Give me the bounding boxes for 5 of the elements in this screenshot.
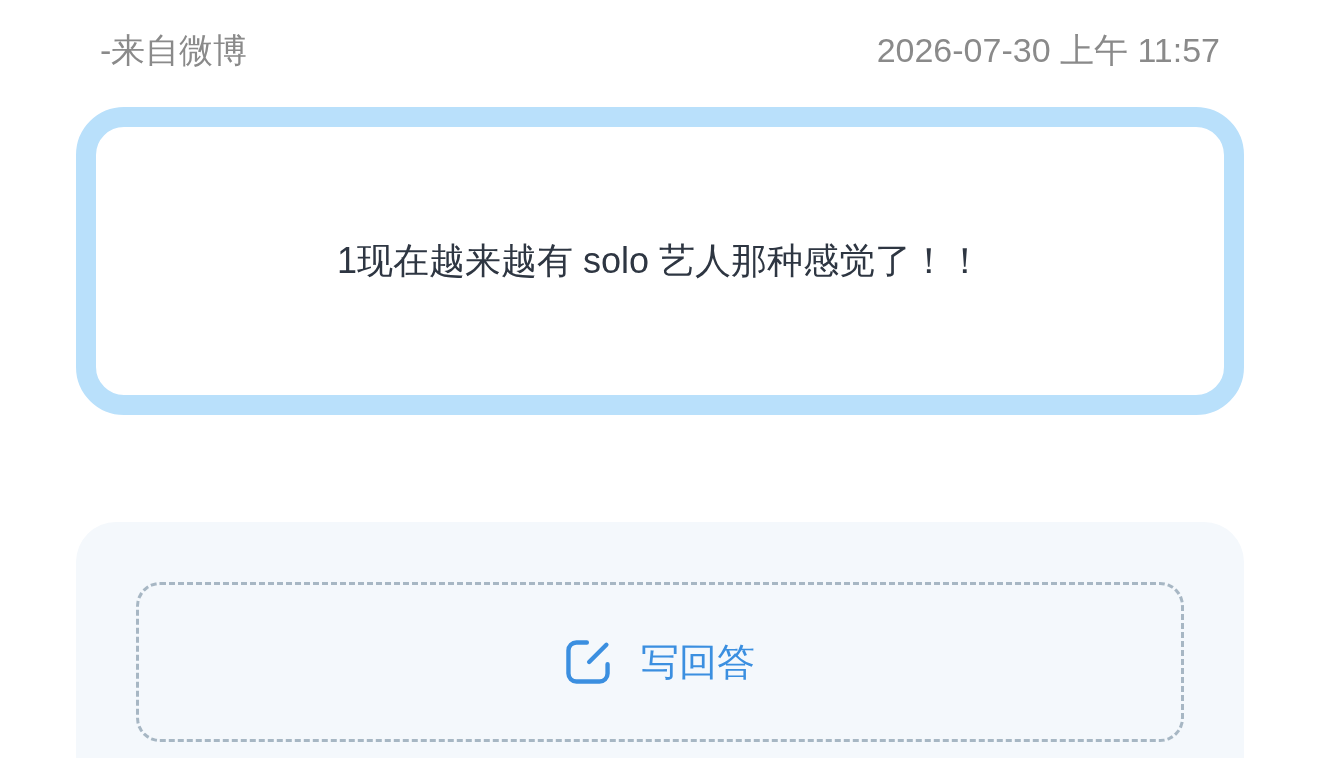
- edit-icon: [565, 639, 611, 685]
- write-answer-button[interactable]: 写回答: [136, 582, 1184, 742]
- question-text: 1现在越来越有 solo 艺人那种感觉了！！: [336, 239, 984, 283]
- timestamp: 2026-07-30 上午 11:57: [876, 30, 1220, 71]
- source-label: -来自微博: [100, 30, 248, 71]
